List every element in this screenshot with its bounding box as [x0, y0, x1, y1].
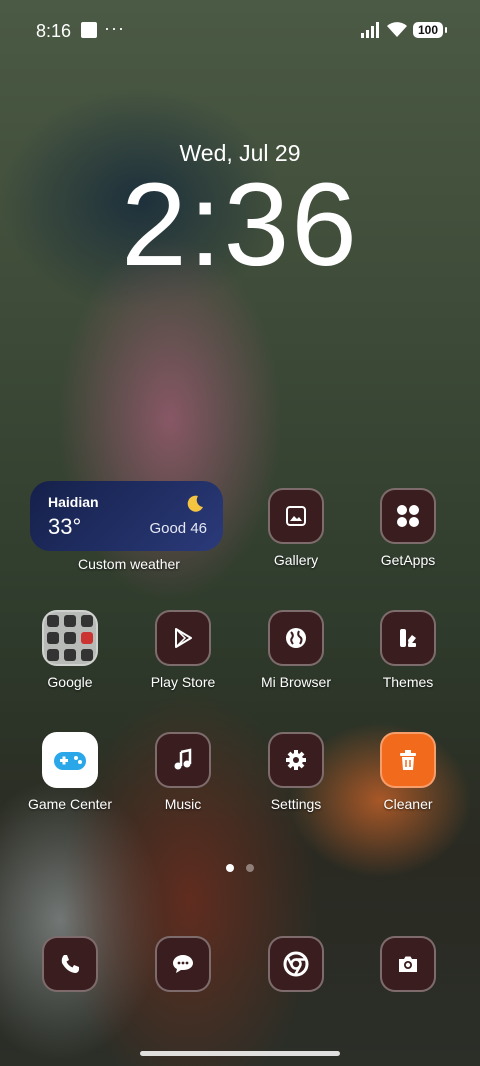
lockscreen-clock: 2:36: [121, 159, 359, 291]
app-label: Cleaner: [383, 796, 433, 812]
app-gallery[interactable]: Gallery: [246, 488, 346, 568]
getapps-icon: [380, 488, 436, 544]
gallery-icon: [268, 488, 324, 544]
app-label: Settings: [270, 796, 322, 812]
app-music[interactable]: Music: [133, 732, 233, 812]
app-settings[interactable]: Settings: [246, 732, 346, 812]
app-label: GetApps: [380, 552, 436, 568]
globe-icon: [268, 610, 324, 666]
camera-icon: [380, 936, 436, 992]
dock-phone[interactable]: [20, 936, 120, 992]
app-google-folder[interactable]: Google: [20, 610, 120, 690]
battery-indicator: 100: [413, 22, 447, 38]
wifi-icon: [387, 22, 407, 37]
themes-icon: [380, 610, 436, 666]
status-bar: 8:16 ··· 100: [0, 0, 480, 60]
dock-chrome[interactable]: [246, 936, 346, 992]
app-label: Gallery: [273, 552, 319, 568]
weather-city: Haidian: [48, 494, 99, 510]
trash-icon: [380, 732, 436, 788]
weather-temperature: 33°: [48, 514, 82, 539]
folder-icon: [42, 610, 98, 666]
weather-widget-caption: Custom weather: [78, 556, 180, 572]
page-indicator[interactable]: [0, 864, 480, 872]
music-note-icon: [155, 732, 211, 788]
app-mi-browser[interactable]: Mi Browser: [246, 610, 346, 690]
app-label: Mi Browser: [260, 674, 331, 690]
dock-messages[interactable]: [133, 936, 233, 992]
gamepad-icon: [42, 732, 98, 788]
play-store-icon: [155, 610, 211, 666]
notification-square-icon: [81, 22, 97, 38]
app-label: Music: [164, 796, 202, 812]
app-label: Google: [47, 674, 93, 690]
dock-camera[interactable]: [358, 936, 458, 992]
app-getapps[interactable]: GetApps: [358, 488, 458, 568]
messages-icon: [155, 936, 211, 992]
home-indicator[interactable]: [140, 1051, 340, 1056]
app-label: Play Store: [150, 674, 216, 690]
chrome-icon: [268, 936, 324, 992]
app-label: Game Center: [27, 796, 113, 812]
air-quality: Good 46: [149, 520, 207, 537]
phone-icon: [42, 936, 98, 992]
moon-icon: [187, 495, 203, 512]
more-notifications-icon: ···: [104, 18, 125, 38]
page-dot: [246, 864, 254, 872]
signal-icon: [361, 22, 379, 38]
app-play-store[interactable]: Play Store: [133, 610, 233, 690]
weather-widget[interactable]: Haidian 33° Good 46: [30, 481, 223, 551]
app-label: Themes: [382, 674, 434, 690]
weather-widget-label: Custom weather: [78, 556, 180, 572]
app-themes[interactable]: Themes: [358, 610, 458, 690]
app-game-center[interactable]: Game Center: [20, 732, 120, 812]
app-cleaner[interactable]: Cleaner: [358, 732, 458, 812]
gear-icon: [268, 732, 324, 788]
status-time: 8:16: [36, 21, 72, 41]
page-dot-active: [226, 864, 234, 872]
